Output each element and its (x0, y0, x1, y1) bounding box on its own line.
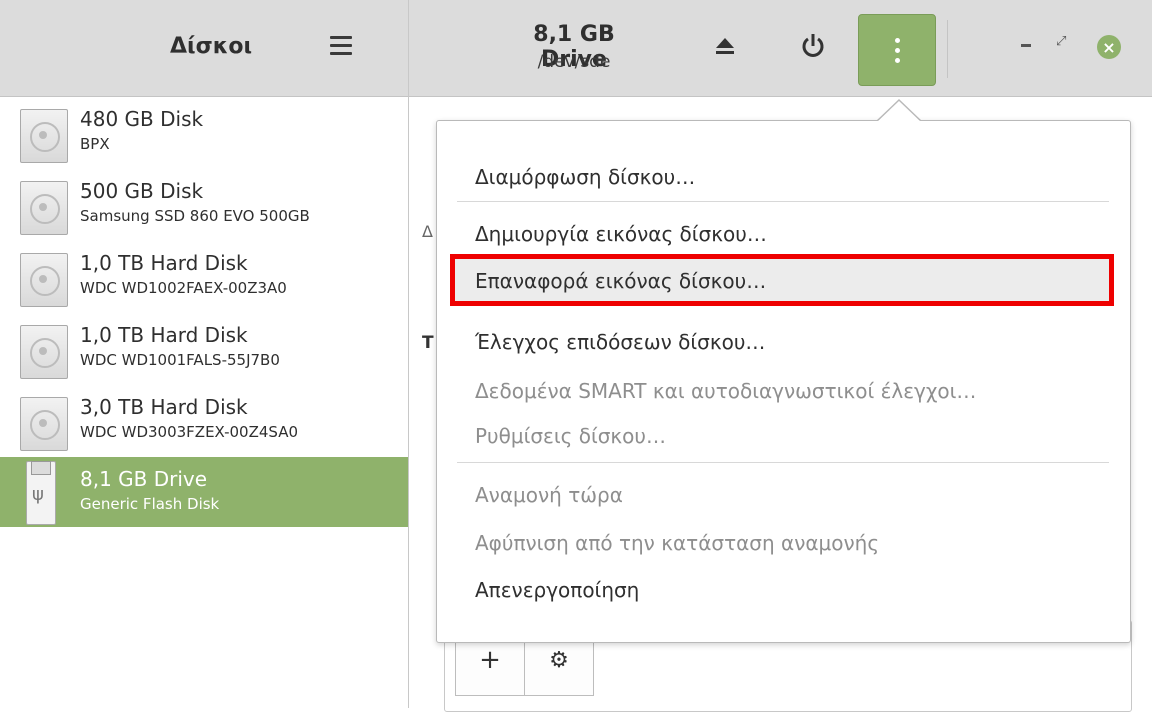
disk-list-item[interactable]: 480 GB Disk BPX (0, 97, 408, 169)
hamburger-menu-icon[interactable] (330, 36, 352, 56)
disk-model: WDC WD1001FALS-55J7B0 (80, 351, 280, 369)
pane-divider (408, 0, 409, 708)
menu-item-format-disk[interactable]: Διαμόρφωση δίσκου… (475, 165, 695, 189)
menu-item-wake-up[interactable]: Αφύπνιση από την κατάσταση αναμονής (475, 531, 879, 555)
disk-name: 8,1 GB Drive (80, 467, 208, 491)
obscured-heading: T (422, 333, 434, 353)
maximize-button[interactable]: ⤢ (1056, 34, 1070, 54)
disk-name: 3,0 TB Hard Disk (80, 395, 248, 419)
disk-name: 500 GB Disk (80, 179, 204, 203)
minimize-button[interactable] (1021, 44, 1031, 47)
disk-model: WDC WD3003FZEX-00Z4SA0 (80, 423, 299, 441)
eject-button[interactable] (695, 16, 755, 76)
sidebar-header: Δίσκοι (0, 0, 408, 97)
disk-list-item-selected[interactable]: ψ 8,1 GB Drive Generic Flash Disk (0, 457, 408, 527)
power-off-button[interactable] (783, 16, 843, 76)
menu-item-create-image[interactable]: Δημιουργία εικόνας δίσκου… (475, 222, 767, 246)
hard-disk-icon (20, 109, 68, 163)
sidebar-title: Δίσκοι (170, 34, 253, 59)
eject-icon (716, 38, 734, 54)
disk-list-item[interactable]: 1,0 TB Hard Disk WDC WD1002FAEX-00Z3A0 (0, 241, 408, 313)
menu-item-standby-now[interactable]: Αναμονή τώρα (475, 483, 623, 507)
disk-model: WDC WD1002FAEX-00Z3A0 (80, 279, 287, 297)
menu-item-benchmark[interactable]: Έλεγχος επιδόσεων δίσκου… (475, 330, 765, 354)
menu-item-power-off[interactable]: Απενεργοποίηση (475, 578, 639, 602)
menu-item-restore-image[interactable]: Επαναφορά εικόνας δίσκου… (475, 269, 766, 293)
usb-drive-icon: ψ (26, 461, 56, 525)
disk-model: Samsung SSD 860 EVO 500GB (80, 207, 310, 225)
disk-name: 480 GB Disk (80, 107, 204, 131)
menu-item-drive-settings[interactable]: Ρυθμίσεις δίσκου… (475, 424, 666, 448)
drive-device-path: /dev/sde (537, 52, 611, 72)
disk-list-item[interactable]: 1,0 TB Hard Disk WDC WD1001FALS-55J7B0 (0, 313, 408, 385)
hard-disk-icon (20, 253, 68, 307)
close-icon: × (1102, 37, 1116, 57)
drive-header: 8,1 GB Drive /dev/sde ⤢ × (409, 0, 1152, 97)
hard-disk-icon (20, 181, 68, 235)
gears-icon: ⚙ (549, 647, 569, 673)
disk-name: 1,0 TB Hard Disk (80, 323, 248, 347)
menu-item-smart-data[interactable]: Δεδομένα SMART και αυτοδιαγνωστικοί έλεγ… (475, 379, 976, 403)
drive-options-menu-button[interactable] (858, 14, 936, 86)
disk-name: 1,0 TB Hard Disk (80, 251, 248, 275)
popover-arrow-fill (877, 101, 921, 122)
close-button[interactable]: × (1097, 35, 1121, 59)
menu-separator (457, 462, 1109, 463)
disk-model: Generic Flash Disk (80, 495, 220, 513)
disk-model: BPX (80, 135, 110, 153)
disk-list: 480 GB Disk BPX 500 GB Disk Samsung SSD … (0, 97, 408, 527)
hard-disk-icon (20, 397, 68, 451)
power-icon (802, 34, 824, 57)
menu-separator (457, 201, 1109, 202)
hard-disk-icon (20, 325, 68, 379)
header-separator (947, 20, 948, 78)
vertical-dots-icon (894, 37, 900, 63)
disk-list-item[interactable]: 500 GB Disk Samsung SSD 860 EVO 500GB (0, 169, 408, 241)
obscured-label: Δ (422, 222, 433, 241)
disk-list-item[interactable]: 3,0 TB Hard Disk WDC WD3003FZEX-00Z4SA0 (0, 385, 408, 457)
